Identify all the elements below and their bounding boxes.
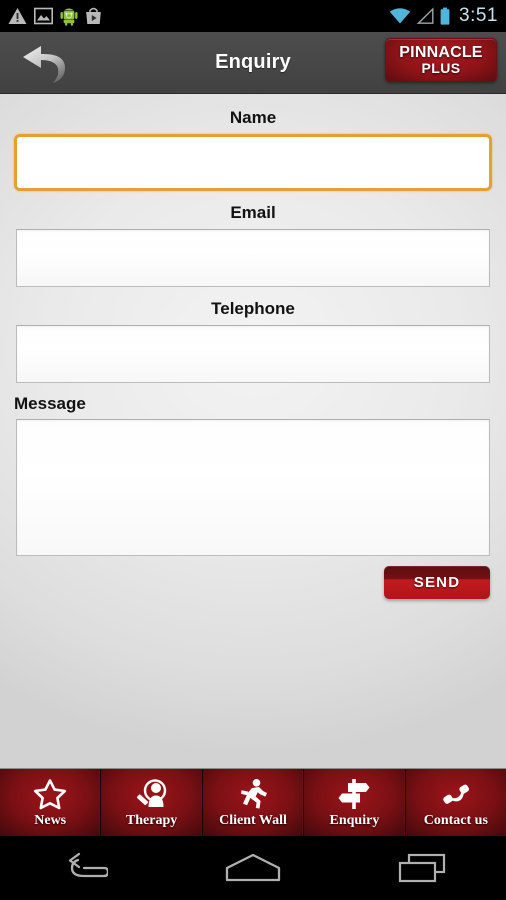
nav-recents-icon (398, 853, 445, 883)
running-person-icon (237, 777, 269, 811)
message-label: Message (14, 394, 86, 413)
cell-signal-icon (416, 7, 434, 24)
phone-icon (438, 777, 474, 811)
nav-home-button[interactable] (169, 836, 338, 900)
curved-back-arrow-icon (23, 45, 65, 83)
tab-enquiry[interactable]: Enquiry (304, 769, 406, 836)
tab-therapy[interactable]: Therapy (101, 769, 203, 836)
android-robot-icon (60, 8, 78, 26)
status-bar-left-icons (8, 7, 389, 26)
send-button-row: SEND (16, 566, 490, 599)
wifi-icon (389, 8, 411, 24)
logo-line-2: PLUS (421, 59, 461, 76)
android-nav-bar (0, 836, 506, 900)
tab-label-client-wall: Client Wall (219, 812, 287, 828)
person-search-icon (134, 777, 170, 811)
status-bar-clock: 3:51 (459, 5, 498, 26)
nav-recents-button[interactable] (337, 836, 506, 900)
image-icon (34, 7, 53, 25)
telephone-label: Telephone (211, 299, 295, 318)
signpost-icon (337, 777, 371, 811)
telephone-input[interactable] (16, 325, 490, 383)
send-button[interactable]: SEND (384, 566, 490, 599)
nav-back-icon (69, 852, 109, 878)
header-back-button[interactable] (0, 32, 96, 94)
pinnacle-plus-logo[interactable]: PINNACLE PLUS (385, 38, 497, 82)
email-input[interactable] (16, 229, 490, 287)
tab-contact-us[interactable]: Contact us (405, 769, 506, 836)
enquiry-form: Name Email Telephone Message SEND (0, 94, 506, 768)
logo-line-1: PINNACLE (399, 43, 483, 61)
star-icon (33, 777, 67, 811)
tab-label-enquiry: Enquiry (329, 812, 380, 828)
tab-news[interactable]: News (0, 769, 102, 836)
app-header: Enquiry PINNACLE PLUS (0, 32, 506, 94)
warning-triangle-icon (8, 8, 27, 24)
battery-icon (440, 7, 450, 25)
bottom-tab-bar: News Therapy Client Wall Enquiry Contact… (0, 768, 506, 836)
status-bar-right-icons: 3:51 (389, 5, 498, 27)
app-screen: 3:51 Enquiry PINNACLE PLUS Name Email Te… (0, 0, 506, 900)
tab-label-contact-us: Contact us (423, 812, 488, 828)
nav-back-button[interactable] (0, 836, 169, 900)
tab-label-news: News (34, 812, 67, 828)
message-textarea[interactable] (16, 419, 490, 556)
nav-home-icon (225, 853, 281, 882)
status-bar: 3:51 (0, 0, 506, 32)
email-label: Email (230, 203, 276, 222)
name-input[interactable] (14, 134, 492, 191)
play-store-icon (86, 7, 101, 24)
tab-client-wall[interactable]: Client Wall (202, 769, 305, 836)
tab-label-therapy: Therapy (125, 812, 178, 828)
name-label: Name (229, 108, 277, 127)
